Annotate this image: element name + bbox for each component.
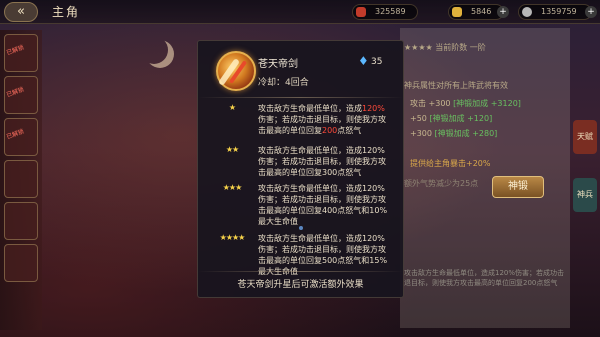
top-bar: « 主角 325589 5846 + 1359759 + — [0, 0, 600, 24]
forge-button[interactable]: 神锻 — [492, 176, 544, 198]
spirit-value: 35 — [371, 57, 383, 67]
page-title: 主角 — [52, 5, 81, 19]
tier-stars: ★★★★ — [219, 233, 246, 242]
attribute-row: 攻击 +300 [神锻加成 +3120] — [410, 99, 521, 108]
spirit-flame-icon: ♦ — [358, 54, 369, 68]
tier-description: 攻击敌方生命最低单位，造成120%伤害；若成功击退目标，则使我方攻击最高的单位回… — [258, 184, 388, 226]
page-indicator-dot — [299, 226, 303, 230]
gold-icon — [452, 7, 462, 17]
skill-name: 苍天帝剑 — [258, 59, 298, 70]
tier-stars: ★★★ — [222, 183, 243, 192]
skill-preview-text: 攻击敌方生命最低单位，造成120%伤害；若成功击退目标，则使我方攻击最高的单位回… — [404, 269, 565, 287]
crescent-moon — [140, 36, 168, 64]
tier-description: 攻击敌方生命最低单位，造成120%伤害；若成功击退目标，则使我方攻击最高的单位回… — [258, 104, 386, 135]
divider — [198, 97, 403, 98]
silver-counter: 1359759 + — [518, 4, 597, 20]
hero-slot[interactable]: 已解锁 — [4, 76, 38, 114]
hero-slot[interactable]: 已解锁 — [4, 34, 38, 72]
back-button[interactable]: « — [4, 2, 38, 22]
hero-slot[interactable]: 已解锁 — [4, 118, 38, 156]
crit-note: 提供给主角暴击+20% — [410, 159, 491, 168]
sword-skill-icon — [216, 51, 256, 91]
attribute-row: +300 [神锻加成 +280] — [410, 129, 498, 138]
skill-detail-popup: 苍天帝剑 冷却：4回合 ♦ 35 ★ 攻击敌方生命最低单位，造成120%伤害；若… — [197, 40, 404, 298]
hero-slot[interactable] — [4, 202, 38, 240]
attribute-row: +50 [神锻加成 +120] — [410, 114, 493, 123]
stage-header: ★★★★ 当前阶数 一阶 — [404, 43, 486, 52]
tier-description: 攻击敌方生命最低单位，造成120%伤害；若成功击退目标，则使我方攻击最高的单位回… — [258, 146, 386, 177]
attribute-title: 神兵属性对所有上阵武将有效 — [404, 81, 508, 90]
star-upgrade-note: 苍天帝剑升星后可激活额外效果 — [237, 280, 364, 290]
hero-slot[interactable] — [4, 244, 38, 282]
divine-weapon-panel: ★★★★ 当前阶数 一阶 神兵属性对所有上阵武将有效 攻击 +300 [神锻加成… — [400, 28, 570, 328]
momentum-note: 额外气势减少为25点 — [404, 179, 479, 188]
hero-slot[interactable] — [4, 160, 38, 198]
add-silver-button[interactable]: + — [585, 6, 597, 18]
power-counter: 325589 — [352, 4, 418, 20]
add-gold-button[interactable]: + — [497, 6, 509, 18]
hero-slot-column: 已解锁 已解锁 已解锁 — [0, 30, 42, 330]
tab-divine-weapon[interactable]: 神兵 — [573, 178, 597, 212]
tab-talent[interactable]: 天赋 — [573, 120, 597, 154]
tier-stars: ★★ — [225, 145, 239, 154]
skill-cooldown: 冷却：4回合 — [258, 78, 309, 88]
power-icon — [356, 7, 366, 17]
silver-icon — [522, 7, 532, 17]
divider — [198, 271, 403, 272]
gold-counter: 5846 + — [448, 4, 509, 20]
back-arrow-icon: « — [17, 4, 25, 19]
tier-stars: ★ — [228, 103, 236, 112]
